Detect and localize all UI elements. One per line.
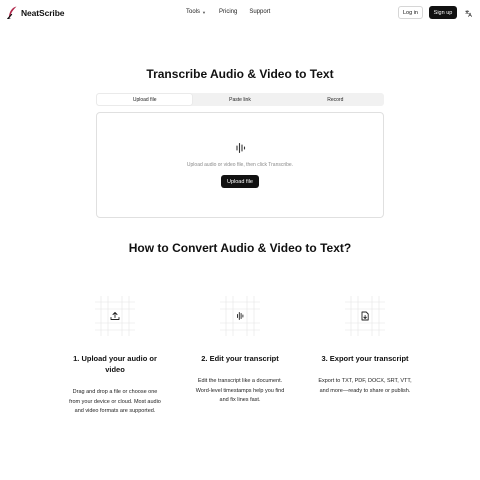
- input-mode-tabs: Upload file Paste link Record: [96, 93, 384, 106]
- logo-text: NeatScribe: [21, 7, 65, 18]
- step-1-desc: Drag and drop a file or choose one from …: [69, 389, 161, 414]
- tab-upload-file[interactable]: Upload file: [97, 94, 193, 105]
- waveform-icon: [236, 142, 246, 154]
- nav-tools-label: Tools: [186, 9, 201, 15]
- upload-file-button[interactable]: Upload file: [221, 175, 259, 188]
- nav-support-label: Support: [249, 9, 271, 15]
- page-title: Transcribe Audio & Video to Text: [146, 67, 334, 81]
- upload-dropzone[interactable]: Upload audio or video file, then click T…: [96, 112, 384, 218]
- waveform-icon: [237, 312, 244, 320]
- step-1-title: 1. Upload your audio or video: [73, 354, 157, 374]
- export-file-icon: [361, 311, 369, 321]
- chevron-down-icon: ▼: [202, 9, 206, 15]
- tab-record[interactable]: Record: [288, 94, 383, 105]
- step-2-title: 2. Edit your transcript: [201, 354, 279, 363]
- upload-icon: [110, 312, 120, 320]
- step-1-grid-decoration: [95, 296, 135, 336]
- step-2-desc: Edit the transcript like a document. Wor…: [195, 378, 285, 403]
- nav-pricing[interactable]: Pricing: [219, 9, 237, 15]
- nav-pricing-label: Pricing: [218, 9, 238, 15]
- step-2-grid-decoration: [220, 296, 260, 336]
- step-3-desc: Export to TXT, PDF, DOCX, SRT, VTT, and …: [318, 378, 412, 394]
- signup-button[interactable]: Sign up: [429, 6, 457, 19]
- site-header: NeatScribe Tools ▼ Pricing Support Log i…: [0, 0, 480, 26]
- nav-support[interactable]: Support: [249, 9, 270, 15]
- language-button[interactable]: [463, 8, 473, 18]
- main-nav: Tools ▼ Pricing Support: [186, 9, 270, 15]
- step-3-grid-decoration: [345, 296, 385, 336]
- upload-hint: Upload audio or video file, then click T…: [186, 162, 294, 168]
- translate-icon: [464, 9, 472, 17]
- howto-title: How to Convert Audio & Video to Text?: [128, 241, 352, 255]
- nav-tools[interactable]: Tools ▼: [186, 9, 206, 15]
- step-3-title: 3. Export your transcript: [321, 354, 409, 363]
- logo[interactable]: NeatScribe: [7, 6, 65, 19]
- quill-logo-icon: [7, 6, 17, 19]
- tab-paste-link[interactable]: Paste link: [192, 94, 287, 105]
- login-button[interactable]: Log in: [398, 6, 423, 19]
